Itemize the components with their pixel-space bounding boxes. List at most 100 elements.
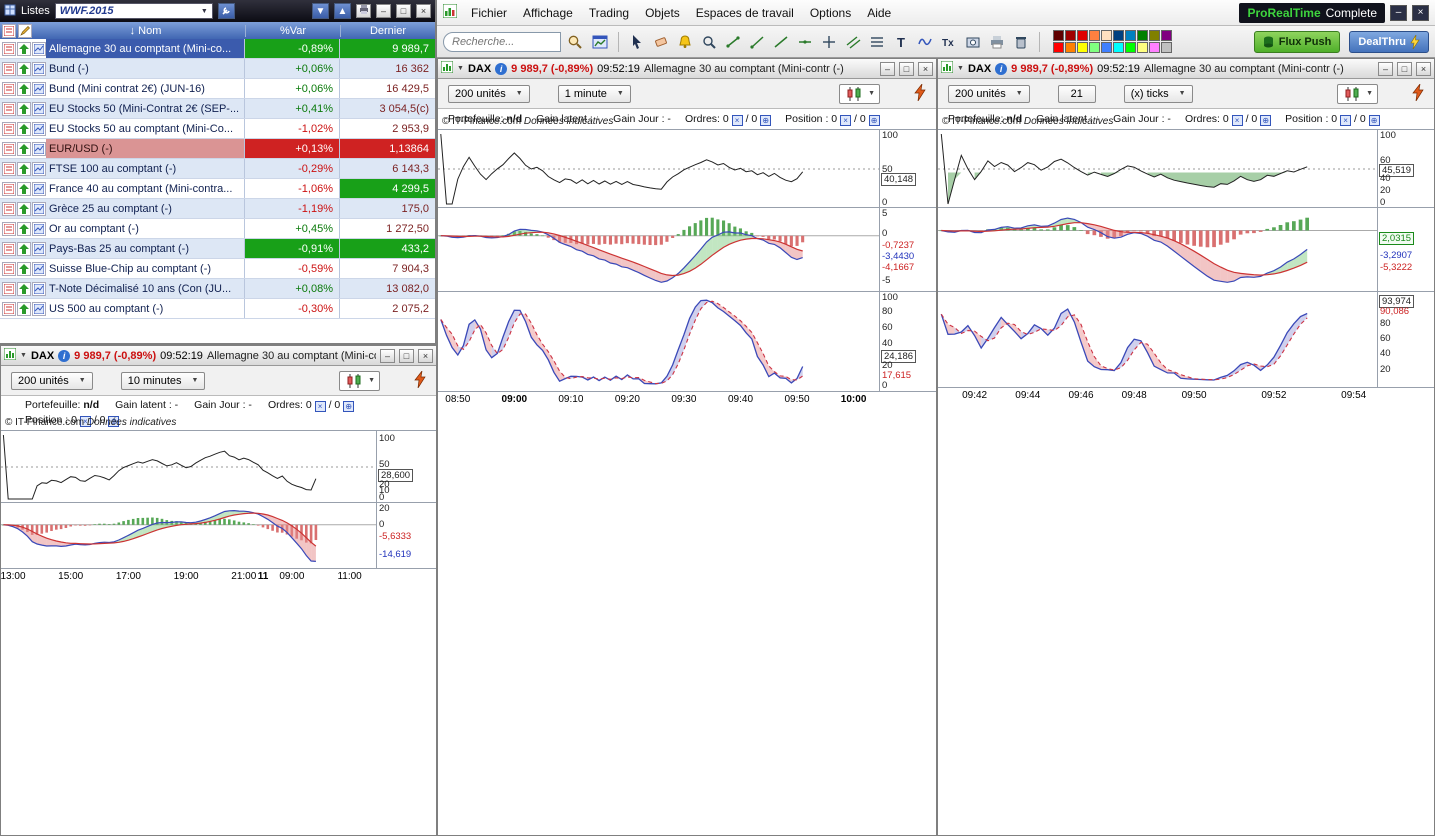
move-up-button[interactable]: ▲ <box>334 3 351 19</box>
open-chart-icon[interactable] <box>32 221 46 236</box>
open-chart-icon[interactable] <box>32 201 46 216</box>
column-header-dernier[interactable]: Dernier <box>340 24 435 37</box>
open-chart-icon[interactable] <box>32 141 46 156</box>
trade-icon[interactable] <box>17 261 31 276</box>
order-icon[interactable] <box>2 161 16 176</box>
order-icon[interactable] <box>2 81 16 96</box>
chart-type-button[interactable]: ▼ <box>839 83 880 104</box>
order-icon[interactable] <box>2 61 16 76</box>
app-minimize-button[interactable]: – <box>1390 4 1407 21</box>
chart-minimize-button[interactable]: – <box>1378 61 1393 76</box>
chart-minimize-button[interactable]: – <box>380 348 395 363</box>
tool-cross-icon[interactable] <box>818 31 840 53</box>
trade-icon[interactable] <box>17 41 31 56</box>
timeframe-dropdown[interactable]: 1 minute ▼ <box>557 84 631 103</box>
watchlist-row[interactable]: FTSE 100 au comptant (-) -0,29% 6 143,3 <box>0 159 435 179</box>
tool-hline-icon[interactable] <box>794 31 816 53</box>
timeframe-dropdown[interactable]: 10 minutes ▼ <box>120 371 206 390</box>
tool-parallel-icon[interactable] <box>842 31 864 53</box>
chart-maximize-button[interactable]: □ <box>1397 61 1412 76</box>
color-swatch[interactable] <box>1113 30 1124 41</box>
units-dropdown[interactable]: 200 unités ▼ <box>448 84 530 103</box>
tool-text-icon[interactable]: T <box>890 31 912 53</box>
color-swatch[interactable] <box>1077 42 1088 53</box>
trade-icon[interactable] <box>17 281 31 296</box>
orders-settings-icon[interactable]: ⊕ <box>1260 114 1272 126</box>
open-chart-icon[interactable] <box>32 41 46 56</box>
menu-aide[interactable]: Aide <box>859 3 899 23</box>
menu-objets[interactable]: Objets <box>637 3 688 23</box>
color-swatch[interactable] <box>1053 42 1064 53</box>
new-chart-window-icon[interactable] <box>589 31 611 53</box>
list-settings-button[interactable] <box>217 3 235 19</box>
tool-cursor-icon[interactable] <box>626 31 648 53</box>
trade-icon[interactable] <box>17 101 31 116</box>
indicator-pane[interactable]: 100 80 60 40 24,186 20 17,615 0 <box>438 291 936 391</box>
menu-trading[interactable]: Trading <box>581 3 637 23</box>
order-icon[interactable] <box>2 241 16 256</box>
maximize-button[interactable]: □ <box>396 4 411 18</box>
watchlist-row[interactable]: EUR/USD (-) +0,13% 1,13864 <box>0 139 435 159</box>
units-dropdown[interactable]: 200 unités ▼ <box>948 84 1030 103</box>
units-dropdown[interactable]: 200 unités ▼ <box>11 371 93 390</box>
flux-push-button[interactable]: Flux Push <box>1253 30 1341 53</box>
edit-pencil-icon[interactable] <box>18 23 32 38</box>
close-button[interactable]: × <box>416 4 431 18</box>
watchlist-row[interactable]: France 40 au comptant (Mini-contra... -1… <box>0 179 435 199</box>
indicator-pane[interactable]: 20 0 -5,6333 -14,619 <box>1 502 436 568</box>
position-settings-icon[interactable]: ⊕ <box>868 114 880 126</box>
info-icon[interactable]: i <box>995 62 1008 75</box>
orders-list-icon[interactable]: × <box>314 400 326 412</box>
open-chart-icon[interactable] <box>32 301 46 316</box>
order-icon[interactable] <box>2 281 16 296</box>
watchlist-row[interactable]: Allemagne 30 au comptant (Mini-co... -0,… <box>0 39 435 59</box>
open-chart-icon[interactable] <box>32 101 46 116</box>
open-chart-icon[interactable] <box>32 121 46 136</box>
indicator-pane[interactable]: 93,974 90,086 80 60 40 20 <box>938 291 1434 387</box>
order-icon[interactable] <box>2 41 16 56</box>
info-icon[interactable]: i <box>495 62 508 75</box>
tool-line-icon[interactable] <box>770 31 792 53</box>
indicator-pane[interactable]: 100 60 45,519 40 20 0 <box>938 129 1434 207</box>
trade-icon[interactable] <box>17 181 31 196</box>
tool-segment-icon[interactable] <box>722 31 744 53</box>
position-settings-icon[interactable]: ⊕ <box>1368 114 1380 126</box>
menu-affichage[interactable]: Affichage <box>515 3 581 23</box>
order-icon[interactable] <box>2 141 16 156</box>
minimize-button[interactable]: – <box>376 4 391 18</box>
watchlist-row[interactable]: EU Stocks 50 (Mini-Contrat 2€ (SEP-... +… <box>0 99 435 119</box>
chart-close-button[interactable]: × <box>418 348 433 363</box>
orders-list-icon[interactable]: × <box>731 114 743 126</box>
watchlist-row[interactable]: Grèce 25 au comptant (-) -1,19% 175,0 <box>0 199 435 219</box>
dealthru-button[interactable]: DealThru <box>1349 30 1429 53</box>
order-icon[interactable] <box>2 221 16 236</box>
menu-options[interactable]: Options <box>802 3 859 23</box>
tool-alarm-icon[interactable] <box>674 31 696 53</box>
color-swatch[interactable] <box>1149 42 1160 53</box>
open-chart-icon[interactable] <box>32 281 46 296</box>
color-swatch[interactable] <box>1161 30 1172 41</box>
open-chart-icon[interactable] <box>32 61 46 76</box>
trade-icon[interactable] <box>17 241 31 256</box>
position-list-icon[interactable]: × <box>1340 114 1352 126</box>
open-chart-icon[interactable] <box>32 261 46 276</box>
open-chart-icon[interactable] <box>32 181 46 196</box>
trade-icon[interactable] <box>17 81 31 96</box>
chart-type-button[interactable]: ▼ <box>1337 83 1378 104</box>
color-swatch[interactable] <box>1125 42 1136 53</box>
tick-type-dropdown[interactable]: (x) ticks ▼ <box>1123 84 1193 103</box>
watchlist-row[interactable]: Bund (-) +0,06% 16 362 <box>0 59 435 79</box>
chart-maximize-button[interactable]: □ <box>399 348 414 363</box>
order-icon[interactable] <box>2 181 16 196</box>
open-chart-icon[interactable] <box>32 241 46 256</box>
indicator-pane[interactable]: 2,0315 -3,2907 -5,3222 <box>938 207 1434 291</box>
order-icon[interactable] <box>2 121 16 136</box>
tool-snapshot-icon[interactable] <box>962 31 984 53</box>
trade-icon[interactable] <box>17 141 31 156</box>
open-chart-icon[interactable] <box>32 81 46 96</box>
time-axis[interactable]: 08:50 09:00 09:10 09:20 09:30 09:40 09:50 10:00 <box>438 391 936 409</box>
lightning-icon[interactable] <box>914 83 926 104</box>
symbol-dropdown[interactable]: ▼ <box>20 352 27 359</box>
order-icon[interactable] <box>2 201 16 216</box>
time-axis[interactable]: 09:42 09:44 09:46 09:48 09:50 09:52 09:54 <box>938 387 1434 405</box>
